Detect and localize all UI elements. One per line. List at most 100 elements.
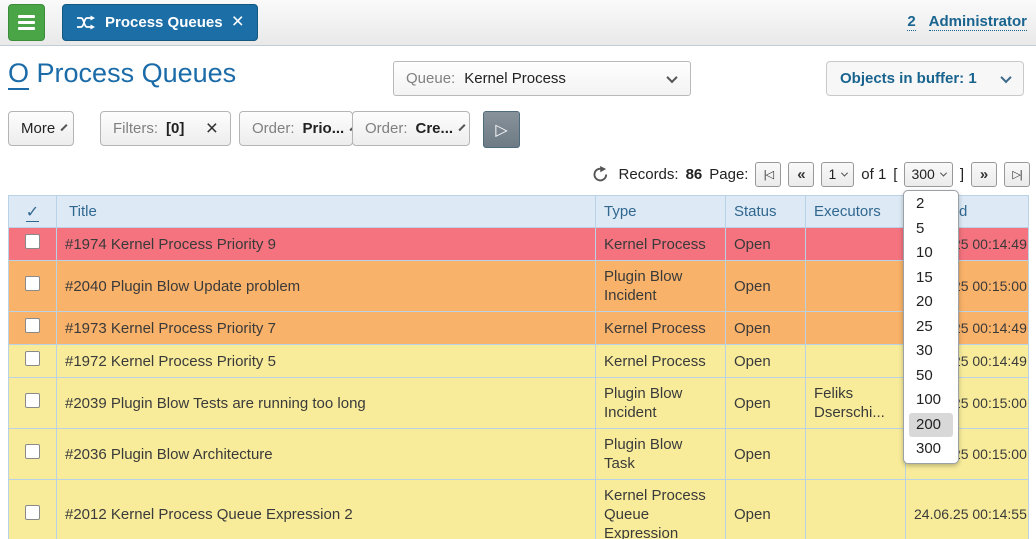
title-object-link[interactable]: O [8,58,29,90]
column-header-type[interactable]: Type [596,196,726,228]
current-page-select[interactable]: 1 [821,162,854,187]
row-checkbox[interactable] [25,351,40,366]
cell-title: #1973 Kernel Process Priority 7 [57,312,596,345]
queue-value: Kernel Process [464,70,566,87]
bracket-open: [ [893,166,897,183]
select-all-link[interactable]: ✓ [26,204,39,222]
cell-status: Open [726,261,806,312]
column-header-title[interactable]: Title [57,196,596,228]
cell-executors [806,261,906,312]
table-body: #1974 Kernel Process Priority 9 Kernel P… [9,228,1029,539]
page-size-option[interactable]: 10 [904,241,958,266]
shuffle-icon [76,15,96,30]
cell-executors [806,345,906,378]
cell-executors [806,480,906,539]
tab-process-queues[interactable]: Process Queues × [62,4,258,41]
page-size-option[interactable]: 15 [904,266,958,291]
page-size-dropdown: 25101520253050100200300 [903,190,959,464]
cell-type: Kernel Process [596,228,726,261]
page-size-option[interactable]: 20 [904,290,958,315]
page-size-option[interactable]: 25 [904,315,958,340]
table-row[interactable]: #2012 Kernel Process Queue Expression 2 … [9,480,1029,539]
topbar: Process Queues × 2 Administrator [0,0,1036,46]
tab-label: Process Queues [105,14,223,31]
cell-title: #1972 Kernel Process Priority 5 [57,345,596,378]
page-size-option[interactable]: 200 [909,413,953,438]
hamburger-icon [18,15,35,18]
prev-page-button[interactable]: « [788,162,814,187]
table-row[interactable]: #2036 Plugin Blow Architecture Plugin Bl… [9,429,1029,480]
bracket-close: ] [960,166,964,183]
cell-status: Open [726,480,806,539]
last-page-button[interactable]: ▷| [1004,162,1030,187]
cell-status: Open [726,429,806,480]
queue-select[interactable]: Queue: Kernel Process [393,61,691,96]
page-size-option[interactable]: 30 [904,339,958,364]
chevron-down-icon [1000,71,1011,82]
cell-status: Open [726,228,806,261]
page-size-value: 300 [911,166,934,182]
page-size-option[interactable]: 5 [904,217,958,242]
table-header-row: ✓ Title Type Status Executors Created [9,196,1029,228]
order-label: Order: [252,120,295,137]
order-created-button[interactable]: Order: Cre... [352,111,470,146]
page-size-option[interactable]: 50 [904,364,958,389]
cell-type: Kernel Process [596,312,726,345]
row-checkbox[interactable] [25,234,40,249]
cell-type: Kernel Process Queue Expression [596,480,726,539]
more-button[interactable]: More [8,111,74,146]
order-value: Cre... [416,120,454,137]
table-row[interactable]: #1973 Kernel Process Priority 7 Kernel P… [9,312,1029,345]
table-row[interactable]: #2040 Plugin Blow Update problem Plugin … [9,261,1029,312]
chevron-down-icon [61,124,68,131]
order-value: Prio... [303,120,345,137]
chevron-down-icon [458,124,465,131]
row-checkbox[interactable] [25,505,40,520]
cell-executors: Feliks Dserschi... [806,378,906,429]
page-size-option[interactable]: 100 [904,388,958,413]
cell-title: #2012 Kernel Process Queue Expression 2 [57,480,596,539]
filters-button[interactable]: Filters: [0] × [100,111,231,146]
order-priority-button[interactable]: Order: Prio... [239,111,353,146]
cell-status: Open [726,312,806,345]
cell-status: Open [726,345,806,378]
row-checkbox[interactable] [25,393,40,408]
cell-status: Open [726,378,806,429]
column-header-executors[interactable]: Executors [806,196,906,228]
next-page-button[interactable]: » [971,162,997,187]
row-checkbox[interactable] [25,276,40,291]
page-size-option[interactable]: 2 [904,192,958,217]
cell-type: Plugin Blow Task [596,429,726,480]
notification-count-link[interactable]: 2 [907,13,915,31]
page-size-option[interactable]: 300 [904,437,958,462]
filters-label: Filters: [113,120,158,137]
menu-button[interactable] [8,4,45,41]
chevron-down-icon [666,71,677,82]
tab-close-icon[interactable]: × [232,11,244,32]
order-label: Order: [365,120,408,137]
user-link[interactable]: Administrator [929,13,1027,31]
cell-type: Kernel Process [596,345,726,378]
row-checkbox[interactable] [25,318,40,333]
objects-in-buffer-button[interactable]: Objects in buffer: 1 [826,61,1024,96]
row-checkbox[interactable] [25,444,40,459]
page-size-select[interactable]: 300 [904,162,952,187]
page-title: O Process Queues [8,58,236,89]
chevron-down-icon [841,169,848,176]
page-label: Page: [709,166,748,183]
run-button[interactable]: ▷ [483,111,520,148]
cell-type: Plugin Blow Incident [596,261,726,312]
play-icon: ▷ [495,120,507,140]
process-queue-table: ✓ Title Type Status Executors Created #1… [8,195,1029,539]
cell-title: #1974 Kernel Process Priority 9 [57,228,596,261]
first-page-button[interactable]: |◁ [755,162,781,187]
buffer-label: Objects in buffer: 1 [840,70,977,87]
more-label: More [21,120,55,137]
table-row[interactable]: #2039 Plugin Blow Tests are running too … [9,378,1029,429]
table-row[interactable]: #1972 Kernel Process Priority 5 Kernel P… [9,345,1029,378]
clear-filters-icon[interactable]: × [206,118,218,139]
refresh-icon[interactable] [592,166,609,183]
column-header-status[interactable]: Status [726,196,806,228]
table-row[interactable]: #1974 Kernel Process Priority 9 Kernel P… [9,228,1029,261]
cell-title: #2040 Plugin Blow Update problem [57,261,596,312]
